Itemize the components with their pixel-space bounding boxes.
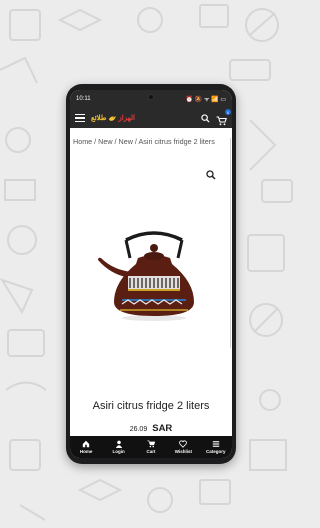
user-icon [115, 440, 122, 448]
nav-cart-label: Cart [146, 449, 156, 454]
bird-icon [109, 115, 117, 121]
nav-category-label: Category [205, 449, 226, 454]
price-currency: SAR [152, 423, 173, 434]
front-camera [148, 94, 154, 100]
nav-login[interactable]: Login [104, 440, 134, 454]
list-icon [212, 441, 219, 447]
nav-cart[interactable]: Cart [136, 440, 166, 454]
product-image[interactable] [94, 228, 204, 323]
nav-home-label: Home [79, 449, 93, 454]
phone-screen: 10:11 ⏰ 🔕 ᯤ 📶 ▭ طلائع الهزاز 0 Home / Ne… [70, 90, 232, 458]
nav-login-label: Login [112, 449, 125, 454]
app-bar: طلائع الهزاز 0 [70, 108, 232, 128]
cart-icon [147, 440, 155, 448]
nav-category[interactable]: Category [201, 440, 231, 454]
product-price: 26.09 SAR [70, 418, 232, 436]
store-logo[interactable]: طلائع الهزاز [91, 114, 135, 122]
scrollbar[interactable] [229, 138, 231, 348]
product-title: Asiri citrus fridge 2 liters [92, 400, 210, 412]
home-icon [82, 440, 90, 448]
logo-text-primary: طلائع [91, 115, 107, 122]
cart-count-badge: 0 [225, 109, 231, 115]
nav-wishlist-label: Wishlist [174, 449, 192, 454]
hamburger-icon[interactable] [75, 113, 85, 123]
cart-icon [216, 116, 227, 126]
status-time: 10:11 [76, 96, 91, 102]
nav-home[interactable]: Home [71, 440, 101, 454]
zoom-search-icon[interactable] [206, 170, 216, 180]
cart-button[interactable]: 0 [216, 109, 231, 126]
breadcrumb[interactable]: Home / New / New / Asiri citrus fridge 2… [70, 128, 232, 146]
status-indicators: ⏰ 🔕 ᯤ 📶 ▭ [185, 97, 226, 103]
logo-text-secondary: الهزاز [118, 115, 135, 122]
bottom-navigation: Home Login Cart Wishlist Category [70, 436, 232, 458]
heart-icon [179, 440, 188, 448]
search-icon[interactable] [201, 113, 210, 123]
price-amount: 26.09 [129, 426, 148, 433]
nav-wishlist[interactable]: Wishlist [168, 440, 198, 454]
